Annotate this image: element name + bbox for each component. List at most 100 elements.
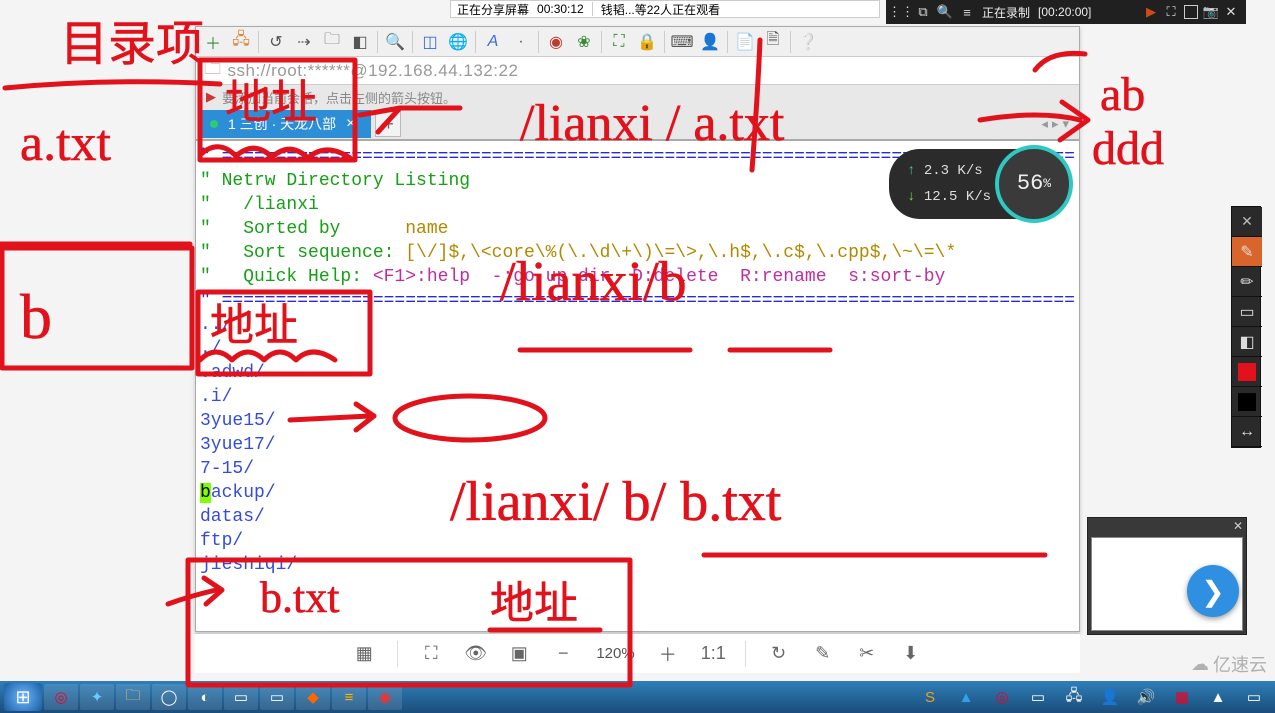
rect-tool-icon[interactable]: ▭ [1232, 297, 1262, 327]
maximize-icon[interactable]: ⛶ [1164, 5, 1178, 19]
zoom-out-icon[interactable]: − [552, 643, 574, 664]
actual-size-icon[interactable]: 1:1 [701, 643, 723, 664]
arrows-icon[interactable]: ↔ [1232, 417, 1262, 447]
tray-icon-4[interactable]: ▭ [1021, 684, 1055, 710]
session-hint-text: 要添加当前会话，点击左侧的箭头按钮。 [222, 88, 456, 107]
color-red[interactable] [1232, 357, 1262, 387]
taskbar-app-3[interactable]: ◐ [188, 684, 222, 710]
taskbar-app-6[interactable]: ◆ [296, 684, 330, 710]
tab-close-icon[interactable]: × [346, 115, 355, 133]
new-tab-button[interactable]: + [375, 111, 401, 137]
tray-icon-5[interactable]: 🖧 [1057, 684, 1091, 710]
taskbar-app-4[interactable]: ▭ [224, 684, 258, 710]
tab-next-icon[interactable]: ▸ [1052, 116, 1059, 132]
search-icon[interactable]: 🔍 [384, 31, 406, 53]
list-item[interactable]: backup/ [200, 483, 276, 503]
tray-icon-9[interactable]: ▲ [1201, 684, 1235, 710]
tab-prev-icon[interactable]: ◂ [1041, 116, 1048, 132]
keyboard-icon[interactable]: ⌨ [671, 31, 693, 53]
grid-icon[interactable]: ◫ [419, 31, 441, 53]
taskbar-chrome[interactable]: ◯ [152, 684, 186, 710]
zoom-in-icon[interactable]: ＋ [657, 641, 679, 667]
list-item[interactable]: ./ [200, 339, 222, 359]
refresh-icon[interactable]: ↺ [265, 31, 287, 53]
net-speed-widget[interactable]: 2.3 K/s 12.5 K/s 56% [889, 149, 1069, 219]
help-icon[interactable]: ❔ [797, 31, 819, 53]
highlighter-tool-icon[interactable]: ✏ [1232, 267, 1262, 297]
ocr-icon[interactable]: 👁 [464, 643, 486, 664]
link-icon[interactable]: 🖧 [230, 31, 252, 53]
tray-icon-7[interactable]: 🔊 [1129, 684, 1163, 710]
lock-icon[interactable]: 🔒 [636, 31, 658, 53]
folder-icon[interactable]: 🗀 [321, 31, 343, 53]
record-time: [00:20:00] [1038, 5, 1091, 19]
grip-icon[interactable]: ⋮⋮ [894, 5, 908, 19]
tray-icon-3[interactable]: ◎ [985, 684, 1019, 710]
palette-close-icon[interactable]: ✕ [1232, 207, 1262, 237]
list-item[interactable]: jieshiqi/ [200, 555, 297, 575]
person-icon[interactable]: 👤 [699, 31, 721, 53]
seq-label: " Sort sequence: [200, 243, 405, 263]
copydoc-icon[interactable]: 🗎 [762, 31, 784, 53]
list-item[interactable]: .i/ [200, 387, 232, 407]
fit-icon[interactable]: ▣ [508, 643, 530, 664]
brand-watermark: ☁ 亿速云 [1191, 651, 1267, 677]
taskbar-sublime[interactable]: ≡ [332, 684, 366, 710]
flow-icon[interactable]: ⇢ [293, 31, 315, 53]
search-icon[interactable]: 🔍 [938, 5, 952, 19]
rotate-icon[interactable]: ↻ [768, 643, 790, 664]
color-black[interactable] [1232, 387, 1262, 417]
taskbar-explorer[interactable]: 🗀 [116, 684, 150, 710]
edit-icon[interactable]: ✎ [812, 643, 834, 664]
fullscreen-icon[interactable]: ⛶ [420, 643, 442, 664]
record-start-icon[interactable]: ▶ [1144, 5, 1158, 19]
bold-icon[interactable]: · [510, 31, 532, 53]
list-item[interactable]: datas/ [200, 507, 265, 527]
tray-icon-10[interactable]: ▭ [1237, 684, 1271, 710]
status-dot-icon [210, 120, 218, 128]
window-icon[interactable]: ⧉ [916, 5, 930, 19]
leaf-icon[interactable]: ❀ [573, 31, 595, 53]
download-icon[interactable]: ⬇ [900, 643, 922, 664]
taskbar-app-7[interactable]: ◉ [368, 684, 402, 710]
share-status-bar: 正在分享屏幕 00:30:12 钱韬...等22人正在观看 [450, 0, 880, 18]
font-icon[interactable]: A [482, 31, 504, 53]
separator [475, 31, 476, 53]
camera-icon[interactable]: 📷 [1204, 5, 1218, 19]
help-value: <F1>:help -:go up dir D:delete R:rename … [373, 267, 946, 287]
list-item[interactable]: 3yue17/ [200, 435, 276, 455]
list-item[interactable]: ftp/ [200, 531, 243, 551]
xunlei-icon[interactable]: ❯ [1187, 565, 1239, 617]
taskbar-app-1[interactable]: ◎ [44, 684, 78, 710]
speed-percent: 56% [995, 145, 1073, 223]
tray-icon-6[interactable]: 👤 [1093, 684, 1127, 710]
tray-icon-8[interactable]: ▦ [1165, 684, 1199, 710]
terminal-content[interactable]: 2.3 K/s 12.5 K/s 56% " =================… [196, 139, 1079, 631]
tab-menu-icon[interactable]: ▾ [1062, 116, 1069, 132]
list-item[interactable]: ../ [200, 315, 232, 335]
globe-icon[interactable]: 🌐 [447, 31, 469, 53]
newdoc-icon[interactable]: 📄 [734, 31, 756, 53]
crop-icon[interactable]: ✂ [856, 643, 878, 664]
tray-icon-1[interactable]: S [913, 684, 947, 710]
list-item[interactable]: 7-15/ [200, 459, 254, 479]
taskbar-app-2[interactable]: ✦ [80, 684, 114, 710]
node-icon[interactable]: ◧ [349, 31, 371, 53]
tab-active[interactable]: 1 三创 · 天龙八部 × [200, 110, 371, 138]
pen-tool-icon[interactable]: ✎ [1232, 237, 1262, 267]
spiral-icon[interactable]: ◉ [545, 31, 567, 53]
list-item[interactable]: .adwd/ [200, 363, 265, 383]
thumb-close-icon[interactable]: ✕ [1233, 519, 1243, 533]
eraser-tool-icon[interactable]: ◧ [1232, 327, 1262, 357]
address-bar[interactable]: 🗀 ssh://root:******@192.168.44.132:22 [196, 57, 1079, 85]
grid-view-icon[interactable]: ▦ [353, 643, 375, 664]
screenshot-icon[interactable] [1184, 5, 1198, 19]
taskbar-app-5[interactable]: ▭ [260, 684, 294, 710]
close-record-icon[interactable]: ✕ [1224, 5, 1238, 19]
new-icon[interactable]: ＋ [202, 31, 224, 53]
tray-icon-2[interactable]: ▲ [949, 684, 983, 710]
expand-icon[interactable]: ⛶ [608, 31, 630, 53]
menu-icon[interactable]: ≡ [960, 5, 974, 19]
start-button[interactable]: ⊞ [4, 683, 42, 711]
list-item[interactable]: 3yue15/ [200, 411, 276, 431]
